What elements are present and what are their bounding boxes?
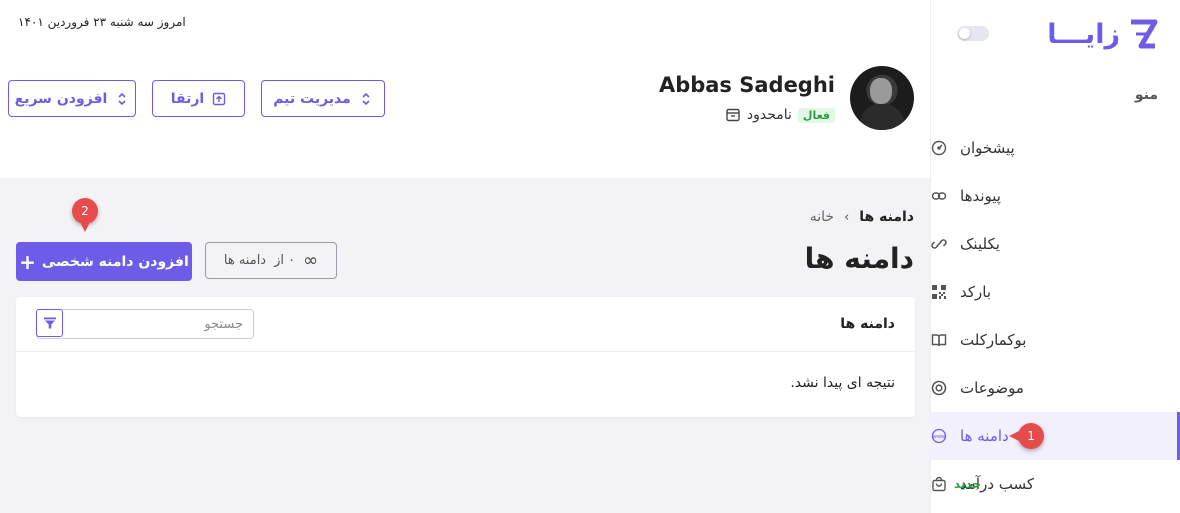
- profile-name: Abbas Sadeghi: [658, 73, 835, 97]
- sidebar-item-bookmarklet[interactable]: بوکمارکلت: [930, 316, 1180, 364]
- avatar[interactable]: [850, 66, 914, 130]
- main-content: خانه › دامنه ها دامنه ها دامنه ها ۰ از ∞…: [0, 178, 930, 513]
- sidebar-item-topics[interactable]: موضوعات: [930, 364, 1180, 412]
- sidebar: زایـــا منو پیشخوان پیوندها یکلینک بارکد…: [930, 0, 1180, 513]
- qr-code-icon: [930, 283, 948, 301]
- link-icon: [930, 187, 948, 205]
- brand-logo[interactable]: زایـــا: [1047, 14, 1158, 54]
- plus-icon: +: [19, 249, 36, 274]
- toggle-knob: [959, 28, 970, 39]
- card-title: دامنه ها: [840, 316, 895, 332]
- chain-link-icon: [930, 235, 948, 253]
- svg-text:www: www: [933, 434, 945, 440]
- sidebar-item-monetize[interactable]: کسب درآمد جدید: [930, 460, 1180, 508]
- menu-title: منو: [1134, 87, 1158, 103]
- archive-icon: [725, 107, 741, 123]
- sidebar-item-barcode[interactable]: بارکد: [930, 268, 1180, 316]
- www-icon: www: [930, 427, 948, 445]
- upgrade-button[interactable]: ارتقا: [152, 80, 245, 117]
- date-text: امروز سه شنبه ۲۳ فروردین ۱۴۰۱: [18, 15, 186, 29]
- target-icon: [930, 379, 948, 397]
- team-manage-label: مدیریت تیم: [273, 90, 351, 107]
- annotation-marker-1: 1: [1009, 423, 1044, 449]
- upload-box-icon: [212, 92, 226, 106]
- filter-icon: [43, 317, 56, 329]
- plan-label: نامحدود: [746, 107, 792, 123]
- new-badge: جدید: [954, 477, 982, 491]
- quick-add-label: افزودن سریع: [14, 90, 108, 107]
- filter-button[interactable]: [36, 309, 63, 337]
- shopping-bag-icon: [930, 475, 948, 493]
- card-header: دامنه ها: [16, 297, 915, 352]
- breadcrumb: خانه › دامنه ها: [810, 209, 914, 225]
- sidebar-nav: پیشخوان پیوندها یکلینک بارکد بوکمارکلت م…: [930, 124, 1180, 508]
- domains-table-card: دامنه ها نتیجه ای پیدا نشد.: [16, 297, 915, 417]
- annotation-marker-2: 2: [72, 198, 98, 232]
- theme-toggle[interactable]: [957, 26, 989, 41]
- quick-add-button[interactable]: افزودن سریع: [8, 80, 136, 117]
- status-badge: فعال: [797, 107, 835, 123]
- profile-info: Abbas Sadeghi نامحدود فعال: [659, 73, 835, 123]
- breadcrumb-separator: ›: [844, 209, 850, 225]
- sidebar-item-label: یکلینک: [960, 235, 1000, 253]
- logo-icon: [1131, 19, 1158, 49]
- brand-name: زایـــا: [1047, 18, 1120, 50]
- sidebar-item-links[interactable]: پیوندها: [930, 172, 1180, 220]
- empty-message: نتیجه ای پیدا نشد.: [790, 375, 895, 391]
- sidebar-item-label: پیشخوان: [960, 139, 1015, 157]
- plan-row: نامحدود فعال: [725, 107, 835, 123]
- search-box: [36, 309, 254, 339]
- counter-limit: ∞: [303, 250, 319, 271]
- chevron-up-down-icon: [115, 92, 129, 106]
- sidebar-item-dashboard[interactable]: پیشخوان: [930, 124, 1180, 172]
- sidebar-item-label: موضوعات: [960, 379, 1024, 397]
- sidebar-item-label: پیوندها: [960, 187, 1001, 205]
- sidebar-item-label: دامنه ها: [960, 427, 1009, 445]
- sidebar-item-onelink[interactable]: یکلینک: [930, 220, 1180, 268]
- domain-counter: دامنه ها ۰ از ∞: [205, 242, 337, 279]
- top-header: امروز سه شنبه ۲۳ فروردین ۱۴۰۱ Abbas Sade…: [0, 0, 930, 178]
- dashboard-icon: [930, 139, 948, 157]
- chevron-up-down-icon: [359, 92, 373, 106]
- counter-value: ۰ از: [274, 253, 296, 268]
- add-custom-domain-button[interactable]: + افزودن دامنه شخصی: [16, 242, 192, 281]
- sidebar-item-label: بوکمارکلت: [960, 331, 1027, 349]
- team-manage-button[interactable]: مدیریت تیم: [261, 80, 385, 117]
- book-icon: [930, 331, 948, 349]
- sidebar-item-domains[interactable]: www دامنه ها 1: [930, 412, 1180, 460]
- user-profile: Abbas Sadeghi نامحدود فعال: [659, 66, 914, 130]
- add-custom-domain-label: افزودن دامنه شخصی: [41, 253, 189, 270]
- avatar-face: [870, 78, 892, 104]
- counter-prefix: دامنه ها: [223, 253, 267, 268]
- breadcrumb-home[interactable]: خانه: [810, 209, 834, 225]
- page-title: دامنه ها: [804, 242, 914, 275]
- upgrade-label: ارتقا: [170, 90, 205, 107]
- sidebar-item-label: بارکد: [960, 283, 992, 301]
- search-input[interactable]: [63, 310, 253, 338]
- avatar-body: [860, 104, 904, 130]
- breadcrumb-current: دامنه ها: [859, 209, 914, 225]
